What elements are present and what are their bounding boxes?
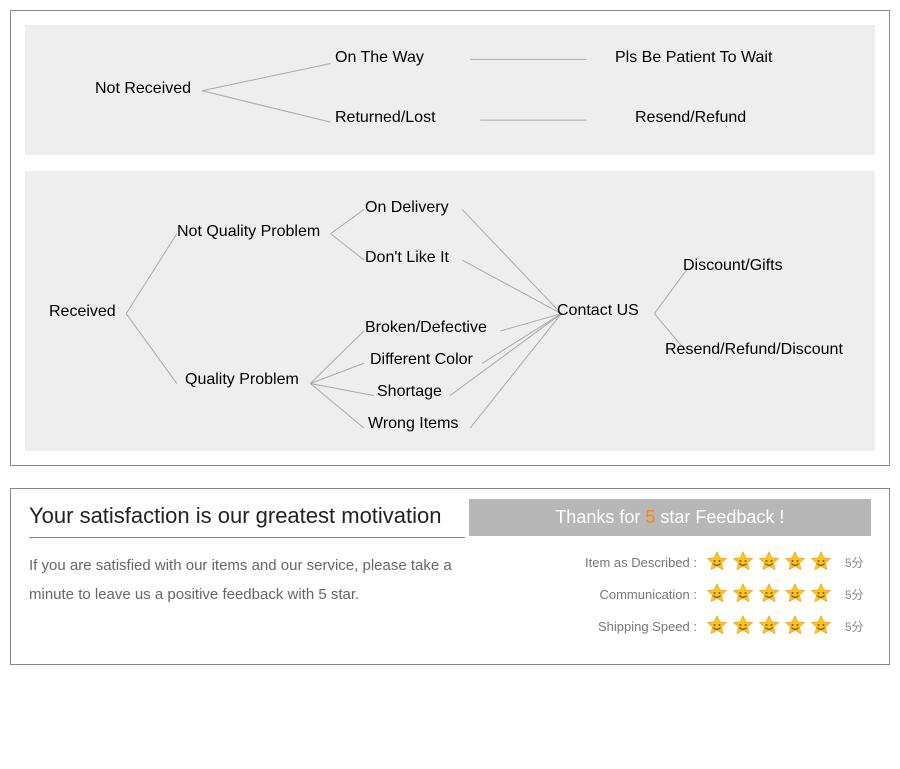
node-dont-like-it: Don't Like It (365, 249, 449, 267)
node-returned-lost: Returned/Lost (335, 109, 436, 127)
node-discount-gifts: Discount/Gifts (683, 257, 783, 275)
rating-row: Item as Described : (469, 550, 871, 574)
star-icon (731, 582, 755, 606)
node-resend-refund-discount: Resend/Refund/Discount (665, 341, 843, 359)
thanks-number: 5 (645, 507, 655, 527)
rating-row: Communication : (469, 582, 871, 606)
rating-stars (705, 550, 833, 574)
node-not-quality-problem: Not Quality Problem (177, 223, 320, 241)
rating-score: 5分 (845, 586, 871, 603)
star-icon (783, 614, 807, 638)
rating-row: Shipping Speed : (469, 614, 871, 638)
feedback-right: Thanks for 5 star Feedback ! Item as Des… (469, 499, 871, 646)
star-icon (783, 550, 807, 574)
star-icon (809, 582, 833, 606)
star-icon (809, 614, 833, 638)
ratings-list: Item as Described : (469, 550, 871, 638)
rating-score: 5分 (845, 554, 871, 571)
rating-label: Communication : (599, 587, 697, 602)
diagram-received: Received Not Quality Problem Quality Pro… (25, 171, 875, 451)
thanks-suffix: star Feedback ! (655, 507, 784, 527)
node-on-the-way: On The Way (335, 49, 424, 67)
flow-panel: Not Received On The Way Returned/Lost Pl… (10, 10, 890, 466)
star-icon (757, 614, 781, 638)
node-quality-problem: Quality Problem (185, 371, 299, 389)
diagram-not-received: Not Received On The Way Returned/Lost Pl… (25, 25, 875, 155)
node-not-received: Not Received (95, 80, 191, 98)
star-icon (705, 550, 729, 574)
node-shortage: Shortage (377, 383, 442, 401)
feedback-left: Your satisfaction is our greatest motiva… (29, 499, 465, 646)
star-icon (783, 582, 807, 606)
rating-stars (705, 582, 833, 606)
star-icon (757, 550, 781, 574)
rating-label: Shipping Speed : (598, 619, 697, 634)
star-icon (757, 582, 781, 606)
rating-score: 5分 (845, 618, 871, 635)
thanks-banner: Thanks for 5 star Feedback ! (469, 499, 871, 536)
feedback-title: Your satisfaction is our greatest motiva… (29, 499, 465, 538)
node-broken-defective: Broken/Defective (365, 319, 487, 337)
rating-stars (705, 614, 833, 638)
star-icon (731, 614, 755, 638)
node-resend-refund: Resend/Refund (635, 109, 746, 127)
node-contact-us: Contact US (557, 302, 639, 320)
star-icon (731, 550, 755, 574)
feedback-body: If you are satisfied with our items and … (29, 552, 465, 609)
rating-label: Item as Described : (585, 555, 697, 570)
node-patient-wait: Pls Be Patient To Wait (615, 49, 772, 67)
feedback-panel: Your satisfaction is our greatest motiva… (10, 488, 890, 665)
star-icon (705, 614, 729, 638)
node-different-color: Different Color (370, 351, 473, 369)
star-icon (809, 550, 833, 574)
star-icon (705, 582, 729, 606)
node-wrong-items: Wrong Items (368, 415, 458, 433)
connector-lines (25, 171, 875, 454)
node-received: Received (49, 303, 116, 321)
node-on-delivery: On Delivery (365, 199, 449, 217)
thanks-prefix: Thanks for (555, 507, 645, 527)
